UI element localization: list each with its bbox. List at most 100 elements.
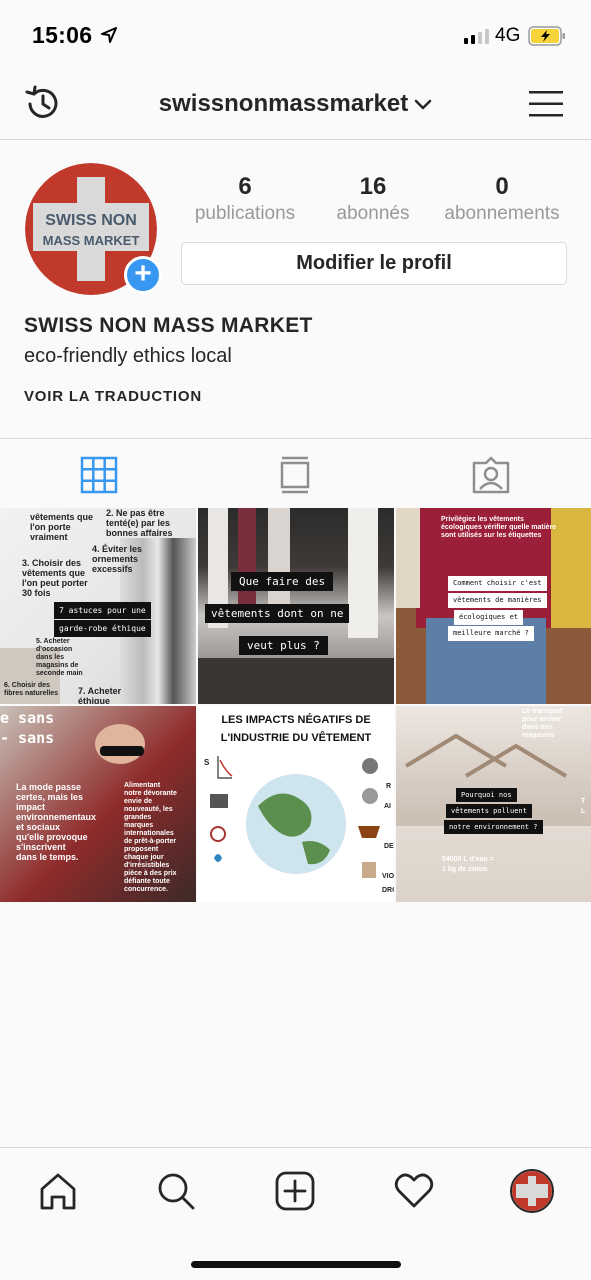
post-text: L: [581, 808, 586, 815]
post-text: chaque jour: [124, 854, 164, 861]
svg-text:SWISS NON: SWISS NON: [45, 212, 137, 229]
post-text: Comment choisir c'est: [448, 576, 547, 591]
post-text: R: [386, 783, 392, 790]
post-text: 3. Choisir des: [22, 558, 82, 568]
stat-label: abonnements: [444, 203, 560, 224]
post-text: La mode passe: [16, 782, 82, 792]
post-text: dans les: [36, 654, 65, 661]
post-text: envie de: [124, 798, 153, 805]
post-text: grandes: [124, 814, 152, 821]
see-translation-link[interactable]: VOIR LA TRADUCTION: [24, 388, 202, 405]
feed-icon[interactable]: [275, 455, 315, 495]
stat-value: 6: [238, 173, 252, 200]
stat-value: 16: [359, 173, 387, 200]
post-text: écologiques vérifier quelle matière: [441, 524, 557, 531]
post-thumbnail[interactable]: Que faire des vêtements dont on ne veut …: [198, 508, 394, 704]
post-text: L'INDUSTRIE DU VÊTEMENT: [220, 732, 372, 744]
post-text: impact: [16, 802, 46, 812]
profile-bio: eco-friendly ethics local: [24, 345, 232, 367]
post-text: qu'elle provoque: [16, 832, 88, 842]
account-switcher[interactable]: swissnonmassmarket: [0, 90, 591, 118]
post-text: - sans: [0, 729, 55, 747]
post-text: 4. Éviter les: [92, 544, 143, 554]
bottom-tab-bar: [0, 1147, 591, 1280]
stat-label: publications: [194, 203, 296, 224]
stat-following[interactable]: 0 abonnements: [432, 172, 572, 225]
post-text: magasins de: [36, 662, 79, 669]
post-text: d'irrésistibles: [124, 862, 170, 869]
post-text: LES IMPACTS NÉGATIFS DE: [221, 714, 371, 726]
post-text: sont utilisés sur les étiquettes: [441, 532, 542, 539]
post-text: notre environnement ?: [444, 820, 543, 834]
post-text: vêtements de manières: [448, 593, 547, 608]
posts-grid: vêtements que l'on porte vraiment 2. Ne …: [0, 508, 591, 904]
post-text: dans le temps.: [16, 852, 79, 862]
post-text: bonnes affaires: [106, 528, 173, 538]
post-text: veut plus ?: [239, 636, 328, 655]
post-text: ornements: [92, 554, 139, 564]
post-text: écologiques et: [454, 610, 524, 625]
svg-text:MASS MARKET: MASS MARKET: [43, 233, 140, 248]
post-text: seconde main: [36, 670, 83, 677]
profile-tab-avatar[interactable]: [510, 1169, 554, 1213]
post-text: 5. Acheter: [36, 638, 70, 645]
post-text: marques: [124, 822, 154, 829]
signal-icon: [464, 28, 489, 44]
menu-icon[interactable]: [528, 88, 564, 120]
stat-value: 0: [495, 173, 509, 200]
home-icon[interactable]: [37, 1170, 79, 1212]
profile-name: SWISS NON MASS MARKET: [24, 314, 313, 337]
stat-publications[interactable]: 6 publications: [175, 172, 315, 225]
post-text: DRO: [382, 887, 394, 894]
post-text: concurrence.: [124, 886, 168, 893]
status-bar: 15:06 4G: [0, 0, 591, 70]
post-text: VIO: [382, 873, 394, 880]
post-text: fibres naturelles: [4, 690, 59, 697]
post-text: Que faire des: [231, 572, 334, 591]
post-text: vêtements polluent: [446, 804, 532, 818]
search-icon[interactable]: [155, 1170, 197, 1212]
post-text: 1 kg de coton: [442, 866, 488, 873]
stat-followers[interactable]: 16 abonnés: [303, 172, 443, 225]
stat-label: abonnés: [336, 203, 410, 224]
post-text: AI: [384, 803, 391, 810]
post-text: T: [581, 798, 586, 805]
post-text: pour arriver: [522, 716, 562, 723]
post-text: 30 fois: [22, 588, 51, 598]
battery-icon: [528, 26, 565, 46]
username-label: swissnonmassmarket: [158, 90, 409, 117]
post-text: proposent: [124, 846, 159, 853]
post-thumbnail[interactable]: vêtements que l'on porte vraiment 2. Ne …: [0, 508, 196, 704]
post-text: Pourquoi nos: [456, 788, 517, 802]
post-text: 54000 L d'eau =: [442, 856, 494, 863]
post-text: vêtements que: [22, 568, 86, 578]
post-text: 6. Choisir des: [4, 682, 50, 689]
post-text: vêtements que: [30, 512, 94, 522]
profile-tabs: [0, 438, 591, 508]
network-label: 4G: [495, 25, 521, 46]
home-indicator: [191, 1261, 401, 1268]
post-text: nouveauté, les: [124, 806, 173, 813]
heart-icon[interactable]: [393, 1170, 435, 1212]
grid-icon[interactable]: [79, 455, 119, 495]
post-thumbnail[interactable]: Privilégiez les vêtements écologiques vé…: [396, 508, 591, 704]
post-text: pièce à des prix: [124, 870, 177, 877]
post-thumbnail[interactable]: LES IMPACTS NÉGATIFS DE L'INDUSTRIE DU V…: [198, 706, 394, 902]
post-text: e sans: [0, 709, 55, 727]
add-story-button[interactable]: +: [124, 256, 162, 294]
post-text: et sociaux: [16, 822, 61, 832]
post-text: certes, mais les: [16, 792, 84, 802]
post-thumbnail[interactable]: Le transport pour arriver dans nos magas…: [396, 706, 591, 902]
post-text: S: [204, 758, 210, 767]
post-text: dans nos: [522, 724, 553, 731]
post-text: 2. Ne pas être: [106, 508, 165, 518]
post-text: excessifs: [92, 564, 133, 574]
status-time: 15:06: [32, 22, 93, 48]
new-post-icon[interactable]: [274, 1170, 316, 1212]
post-text: vraiment: [30, 532, 68, 542]
edit-profile-button[interactable]: Modifier le profil: [181, 242, 567, 285]
post-text: 7. Acheter: [78, 686, 122, 696]
tagged-icon[interactable]: [471, 455, 511, 495]
post-text: Privilégiez les vêtements: [441, 516, 524, 523]
post-thumbnail[interactable]: e sans - sans La mode passe certes, mais…: [0, 706, 196, 902]
